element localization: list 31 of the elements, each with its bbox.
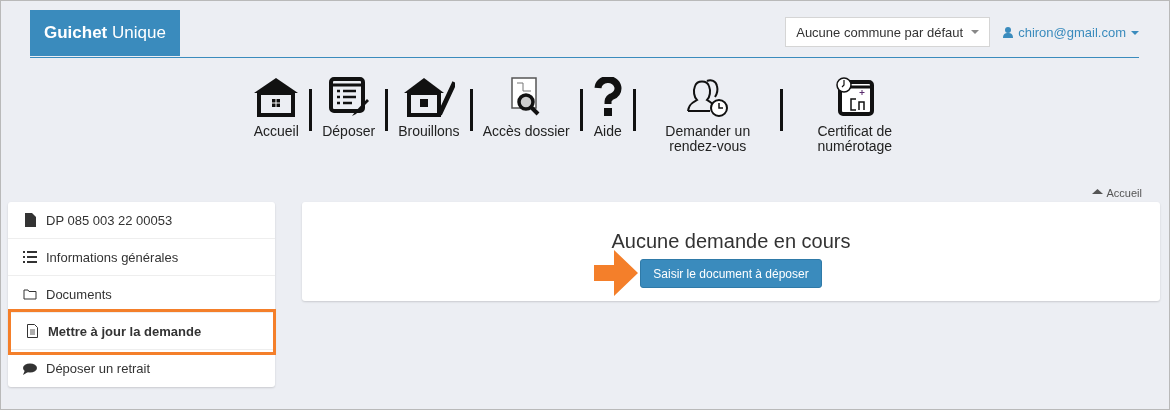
- folder-icon: [23, 288, 37, 300]
- caret-icon: [971, 30, 980, 34]
- nav-item[interactable]: Aide: [582, 75, 633, 139]
- brand-logo[interactable]: Guichet Unique: [30, 10, 180, 56]
- sidebar-item[interactable]: DP 085 003 22 00053: [8, 202, 275, 239]
- caret-icon: [1131, 30, 1139, 35]
- people-clock-icon: [686, 77, 729, 117]
- nav-item[interactable]: Brouillons: [388, 75, 470, 139]
- breadcrumb-link[interactable]: Accueil: [1106, 187, 1142, 200]
- nav-item[interactable]: Accès dossier: [472, 75, 580, 139]
- nav-item[interactable]: Déposer: [312, 75, 386, 139]
- speech-bubble-icon: [23, 362, 37, 375]
- calendar-clock-icon: [835, 77, 874, 117]
- nav-item[interactable]: Demander un rendez-vous: [635, 75, 780, 154]
- sidebar-item[interactable]: Mettre à jour la demande: [8, 313, 275, 350]
- house-pencil-icon: [402, 77, 455, 117]
- question-mark-icon: [592, 77, 623, 117]
- form-pencil-icon: [328, 77, 369, 117]
- document-icon: [26, 324, 38, 338]
- house-icon: [253, 77, 300, 117]
- user-icon: [1003, 27, 1014, 38]
- nav-item[interactable]: Certificat de numérotage: [782, 75, 927, 154]
- commune-select[interactable]: Aucune commune par défaut: [785, 17, 991, 47]
- sidebar-item[interactable]: Documents: [8, 276, 275, 313]
- enter-document-button[interactable]: Saisir le document à déposer: [640, 259, 822, 288]
- list-icon: [23, 251, 37, 263]
- sidebar-item[interactable]: Déposer un retrait: [8, 350, 275, 387]
- nav-item[interactable]: Accueil: [243, 75, 310, 139]
- file-icon: [24, 213, 36, 227]
- empty-state-title: Aucune demande en cours: [611, 230, 851, 253]
- sidebar-item[interactable]: Informations générales: [8, 239, 275, 276]
